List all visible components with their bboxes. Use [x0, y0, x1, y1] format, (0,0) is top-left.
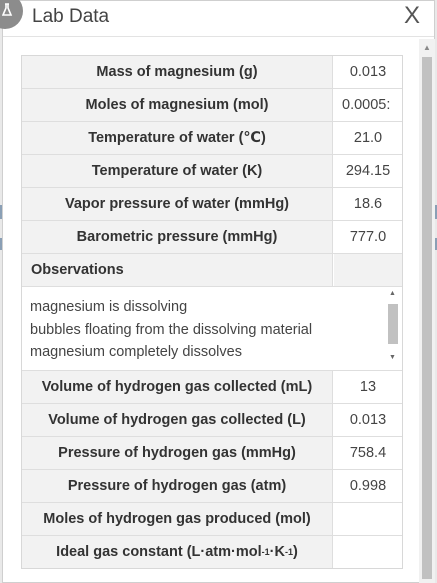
row-label: Ideal gas constant (L·atm·mol -1 ·K -1) — [22, 536, 333, 568]
lab-data-table: Mass of magnesium (g) 0.013 Moles of mag… — [21, 55, 403, 569]
row-value: 0.013 — [334, 56, 402, 88]
observations-textarea[interactable]: magnesium is dissolving bubbles floating… — [22, 288, 402, 371]
scroll-up-icon[interactable]: ▲ — [389, 290, 396, 297]
table-row: Pressure of hydrogen gas (mmHg) 758.4 — [22, 437, 402, 470]
table-row: Temperature of water (℃) 21.0 — [22, 122, 402, 155]
dialog-scroll-thumb[interactable] — [422, 57, 432, 579]
table-row: Ideal gas constant (L·atm·mol -1 ·K -1) — [22, 536, 402, 568]
row-value: 777.0 — [334, 221, 402, 253]
table-row: Moles of magnesium (mol) 0.0005: — [22, 89, 402, 122]
observation-line: magnesium completely dissolves — [30, 344, 242, 360]
row-value: 294.15 — [334, 155, 402, 187]
row-label: Pressure of hydrogen gas (mmHg) — [22, 437, 333, 469]
ideal-gas-constant-input[interactable] — [334, 536, 402, 568]
ideal-gas-label-end: ) — [292, 544, 298, 560]
row-label: Pressure of hydrogen gas (atm) — [22, 470, 333, 502]
row-value: 18.6 — [334, 188, 402, 220]
scroll-down-icon[interactable]: ▼ — [389, 354, 396, 361]
table-row: Mass of magnesium (g) 0.013 — [22, 56, 402, 89]
row-label: Temperature of water (K) — [22, 155, 333, 187]
row-value: 21.0 — [334, 122, 402, 154]
observations-scroll-thumb[interactable] — [388, 304, 398, 344]
observations-text: magnesium is dissolving bubbles floating… — [30, 296, 382, 364]
row-value: 0.0005: — [334, 89, 402, 121]
moles-hydrogen-input[interactable] — [334, 503, 402, 535]
ideal-gas-label-main: Ideal gas constant (L·atm·mol — [56, 544, 262, 560]
row-label: Volume of hydrogen gas collected (L) — [22, 404, 333, 436]
row-value: 0.013 — [334, 404, 402, 436]
row-label: Mass of magnesium (g) — [22, 56, 333, 88]
observation-line: bubbles floating from the dissolving mat… — [30, 321, 313, 338]
table-row: Volume of hydrogen gas collected (mL) 13 — [22, 371, 402, 404]
observations-header-row: Observations — [22, 254, 402, 287]
ideal-gas-constant-field[interactable] — [334, 536, 402, 568]
close-button[interactable]: X — [404, 3, 420, 29]
dialog-title: Lab Data — [32, 6, 110, 27]
table-row: Vapor pressure of water (mmHg) 18.6 — [22, 188, 402, 221]
row-label: Moles of magnesium (mol) — [22, 89, 333, 121]
observations-header-cell — [334, 254, 402, 286]
moles-hydrogen-field[interactable] — [334, 503, 402, 535]
table-row: Temperature of water (K) 294.15 — [22, 155, 402, 188]
title-bar: Lab Data X — [0, 0, 434, 37]
table-row: Moles of hydrogen gas produced (mol) — [22, 503, 402, 536]
row-label: Temperature of water (℃) — [22, 122, 333, 154]
ideal-gas-exponent: -1 — [261, 547, 270, 557]
row-value: 0.998 — [334, 470, 402, 502]
ideal-gas-exponent: -1 — [284, 547, 293, 557]
table-row: Volume of hydrogen gas collected (L) 0.0… — [22, 404, 402, 437]
scroll-up-icon[interactable]: ▲ — [423, 43, 431, 52]
table-row: Barometric pressure (mmHg) 777.0 — [22, 221, 402, 254]
dialog-scrollbar[interactable]: ▲ — [419, 39, 435, 583]
row-label: Volume of hydrogen gas collected (mL) — [22, 371, 333, 403]
ideal-gas-label-mid: ·K — [269, 544, 285, 560]
observations-label: Observations — [22, 254, 333, 286]
flask-icon — [0, 0, 23, 29]
row-value: 758.4 — [334, 437, 402, 469]
row-value: 13 — [334, 371, 402, 403]
row-label: Barometric pressure (mmHg) — [22, 221, 333, 253]
observations-scrollbar[interactable]: ▲ ▼ — [386, 290, 400, 368]
row-label: Vapor pressure of water (mmHg) — [22, 188, 333, 220]
table-row: Pressure of hydrogen gas (atm) 0.998 — [22, 470, 402, 503]
observation-line: magnesium is dissolving — [30, 299, 188, 315]
lab-data-dialog: Lab Data X Mass of magnesium (g) 0.013 M… — [0, 0, 435, 583]
row-label: Moles of hydrogen gas produced (mol) — [22, 503, 333, 535]
